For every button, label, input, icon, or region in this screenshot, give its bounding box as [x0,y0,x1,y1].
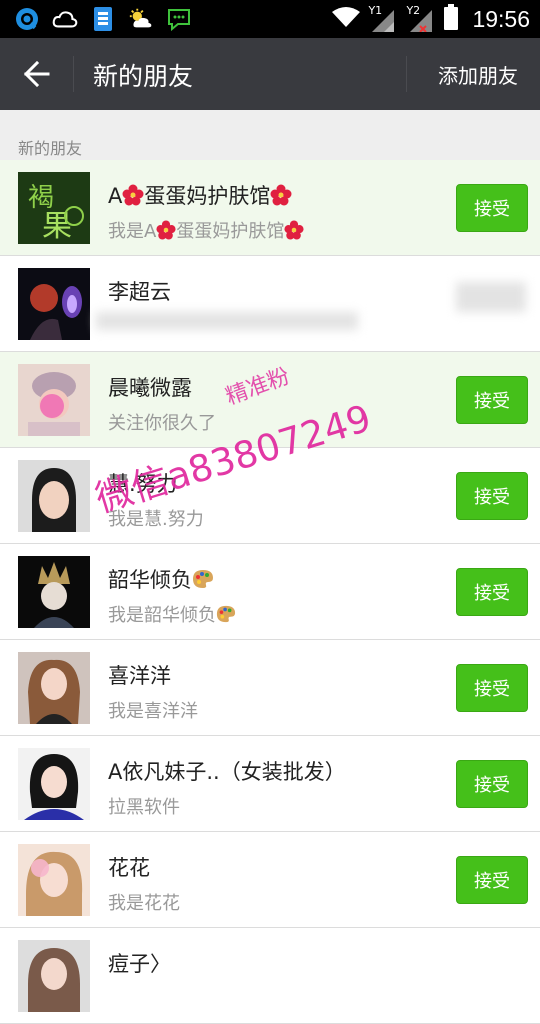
blurred-button [456,282,526,312]
friend-message: 我是韶华倾负 [108,601,236,627]
friend-message: 我是喜洋洋 [108,701,198,722]
battery-icon [444,4,459,34]
avatar [18,940,90,1012]
accept-button[interactable]: 接受 [456,760,528,808]
friend-name: A依凡妹子..（女装批发） [108,760,346,784]
hibiscus-icon [156,220,176,240]
back-button[interactable] [12,50,60,98]
friend-request-row[interactable]: 痘子〉 [0,928,540,1024]
palette-icon [216,605,236,623]
hibiscus-icon [122,184,144,206]
signal-icon: Y1 [368,4,398,32]
friend-name: A 蛋蛋妈护肤馆 [108,180,292,210]
avatar [18,844,90,916]
title-divider [73,56,74,92]
friend-message: 我是花花 [108,893,180,914]
hibiscus-icon [270,184,292,206]
signal-icon: Y2 [406,4,436,33]
friend-message: 关注你很久了 [108,413,216,434]
sim2-label: Y2 [406,4,421,17]
section-label: 新的朋友 [18,139,83,158]
friend-request-row[interactable]: 褐果 A 蛋蛋妈护肤馆 我是A 蛋蛋妈护肤馆 接受 [0,160,540,256]
avatar [18,460,90,532]
friend-name: 痘子〉 [108,952,171,976]
back-arrow-icon [23,60,50,88]
cloud-icon [52,6,78,32]
page-title: 新的朋友 [93,62,194,91]
avatar [18,748,90,820]
friend-message: 我是A 蛋蛋妈护肤馆 [108,217,304,243]
friend-request-row[interactable]: 李超云 [0,256,540,352]
name-text: 蛋蛋妈护肤馆 [144,184,271,208]
sim1-label: Y1 [368,4,383,17]
name-text: A [108,184,123,208]
svg-text:果: 果 [42,209,72,244]
qq-icon [14,6,40,32]
friend-request-row[interactable]: A依凡妹子..（女装批发） 拉黑软件 接受 [0,736,540,832]
avatar: 褐果 [18,172,90,244]
wifi-icon [332,6,361,32]
chat-bubble-icon [166,6,192,32]
hibiscus-icon [284,220,304,240]
name-text: 韶华倾负 [108,568,192,592]
sim-card-icon [90,6,116,32]
friend-name: 喜洋洋 [108,664,171,688]
status-bar: Y1 Y2 19:56 [0,0,540,38]
friend-name: 晨曦微露 [108,376,192,400]
accept-button[interactable]: 接受 [456,664,528,712]
friend-message: 拉黑软件 [108,797,180,818]
section-header: 新的朋友 [0,110,540,160]
avatar [18,556,90,628]
palette-icon [193,570,213,588]
accept-button[interactable]: 接受 [456,568,528,616]
action-divider [406,56,407,92]
avatar [18,364,90,436]
accept-button[interactable]: 接受 [456,856,528,904]
accept-button[interactable]: 接受 [456,472,528,520]
message-text: 蛋蛋妈护肤馆 [176,221,285,242]
friend-request-row[interactable]: 韶华倾负 我是韶华倾负 接受 [0,544,540,640]
add-friend-button[interactable]: 添加朋友 [416,38,540,110]
avatar [18,652,90,724]
weather-icon [128,6,154,32]
friend-name: 韶华倾负 [108,564,214,594]
accept-button[interactable]: 接受 [456,376,528,424]
title-bar: 新的朋友 添加朋友 [0,38,540,110]
message-text: 我是韶华倾负 [108,605,216,626]
message-text: 我是A [108,221,157,242]
avatar [18,268,90,340]
friend-name: 花花 [108,856,150,880]
friend-request-row[interactable]: 喜洋洋 我是喜洋洋 接受 [0,640,540,736]
friend-name: 李超云 [108,280,171,304]
friend-request-row[interactable]: 花花 我是花花 接受 [0,832,540,928]
friend-request-list: 褐果 A 蛋蛋妈护肤馆 我是A 蛋蛋妈护肤馆 接受 李超云 晨曦微露 关注你很久了 … [0,160,540,1024]
status-time: 19:56 [472,5,530,32]
blurred-message [96,312,358,330]
accept-button[interactable]: 接受 [456,184,528,232]
